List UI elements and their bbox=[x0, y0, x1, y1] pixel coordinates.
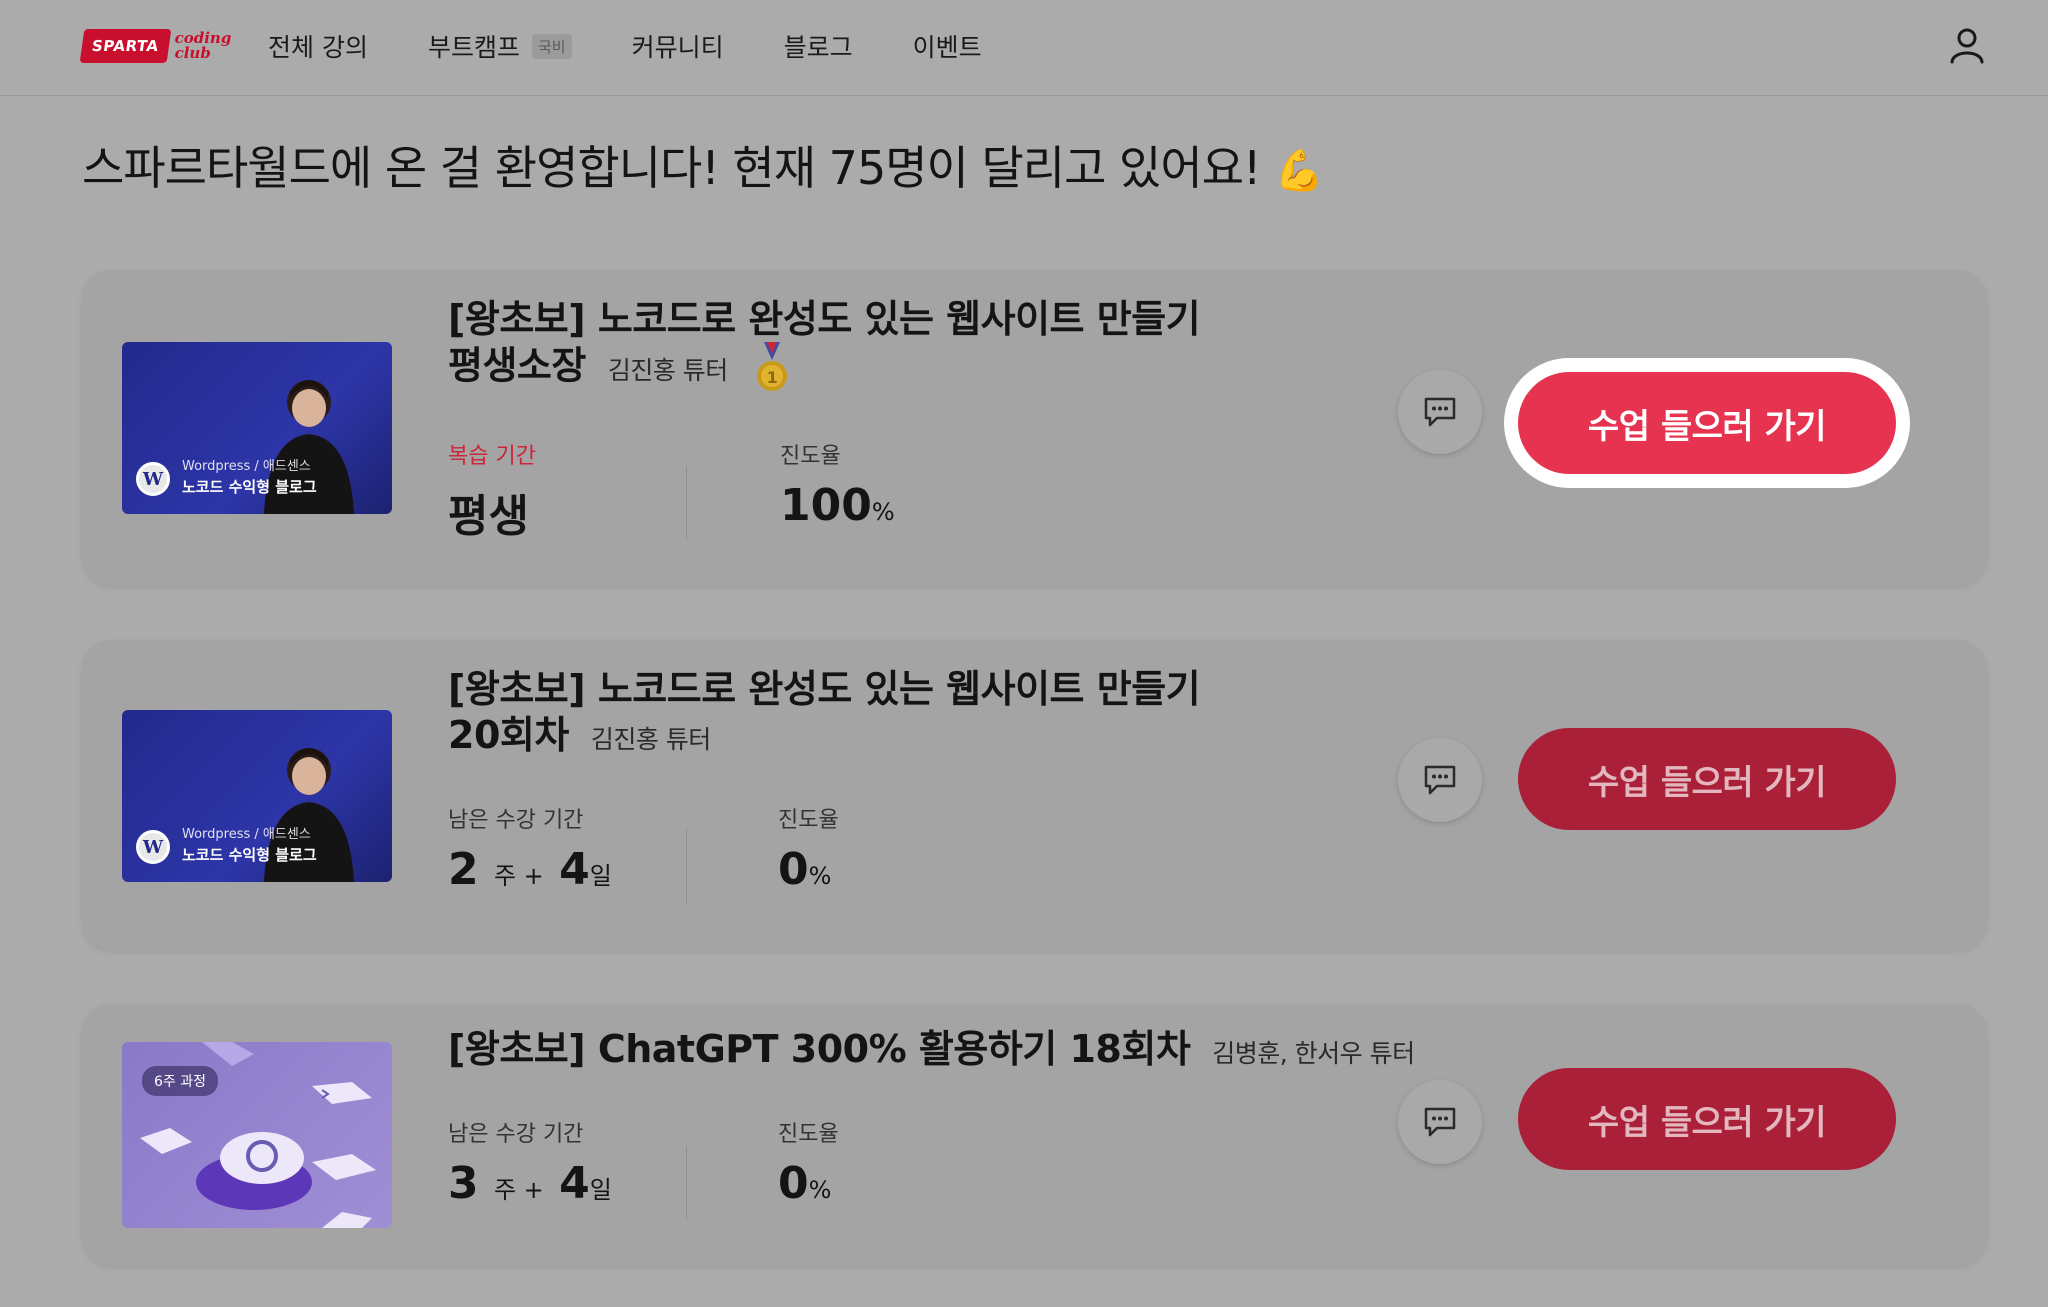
tutor-name: 김병훈, 한서우 튜터 bbox=[1212, 1039, 1415, 1068]
go-to-class-button[interactable]: 수업 들으러 가기 bbox=[1518, 1068, 1896, 1170]
sparta-logo[interactable]: SPARTA coding club bbox=[79, 22, 231, 70]
days-number: 4 bbox=[559, 1158, 590, 1209]
course-title-line2: 20회차 bbox=[448, 713, 569, 757]
chat-bubble-icon bbox=[1424, 765, 1456, 795]
thumbnail-caption: Wordpress / 애드센스 노코드 수익형 블로그 bbox=[182, 456, 317, 498]
thumbnail-title: 노코드 수익형 블로그 bbox=[182, 846, 317, 864]
logo-badge: SPARTA bbox=[79, 29, 171, 63]
chat-button[interactable] bbox=[1398, 370, 1482, 454]
progress-value: 100% bbox=[780, 480, 895, 531]
main-nav: 전체 강의 부트캠프 국비 커뮤니티 블로그 이벤트 bbox=[268, 28, 1042, 64]
course-title-line1: [왕초보] 노코드로 완성도 있는 웹사이트 만들기 bbox=[448, 667, 1201, 711]
nav-community[interactable]: 커뮤니티 bbox=[632, 28, 724, 64]
course-title[interactable]: [왕초보] ChatGPT 300% 활용하기 18회차 김병훈, 한서우 튜터 bbox=[448, 1026, 1415, 1077]
flexed-biceps-icon: 💪 bbox=[1274, 148, 1324, 194]
course-card: W Wordpress / 애드센스 노코드 수익형 블로그 [왕초보] 노코드… bbox=[82, 270, 1987, 586]
review-period-value: 평생 bbox=[448, 491, 529, 542]
nav-bootcamp[interactable]: 부트캠프 국비 bbox=[428, 28, 572, 64]
review-period-label: 복습 기간 bbox=[448, 444, 536, 469]
weeks-unit: 주 + bbox=[493, 862, 544, 890]
nav-all-courses[interactable]: 전체 강의 bbox=[268, 28, 368, 64]
weeks-unit: 주 + bbox=[493, 1176, 544, 1204]
weeks-number: 2 bbox=[448, 844, 479, 895]
progress-unit: % bbox=[808, 1176, 832, 1204]
nav-label: 전체 강의 bbox=[268, 33, 368, 62]
progress-value: 0% bbox=[778, 844, 831, 895]
wordpress-icon: W bbox=[136, 830, 170, 864]
medal-rank: 1 bbox=[766, 368, 777, 387]
go-to-class-button[interactable]: 수업 들으러 가기 bbox=[1518, 728, 1896, 830]
progress-number: 0 bbox=[778, 844, 809, 895]
thumbnail-caption: Wordpress / 애드센스 노코드 수익형 블로그 bbox=[182, 824, 317, 866]
welcome-text: 스파르타월드에 온 걸 환영합니다! 현재 75명이 달리고 있어요! bbox=[82, 141, 1261, 195]
days-number: 4 bbox=[559, 844, 590, 895]
course-thumbnail[interactable]: W Wordpress / 애드센스 노코드 수익형 블로그 bbox=[122, 710, 392, 882]
nav-tag-badge: 국비 bbox=[531, 33, 572, 59]
days-unit: 일 bbox=[589, 862, 612, 890]
welcome-message: 스파르타월드에 온 걸 환영합니다! 현재 75명이 달리고 있어요! 💪 bbox=[82, 132, 1324, 198]
logo-side-text: coding club bbox=[175, 31, 232, 61]
weeks-number: 3 bbox=[448, 1158, 479, 1209]
course-length-badge: 6주 과정 bbox=[142, 1066, 218, 1096]
course-title[interactable]: [왕초보] 노코드로 완성도 있는 웹사이트 만들기 20회차 김진홍 튜터 bbox=[448, 666, 1201, 763]
chat-button[interactable] bbox=[1398, 1080, 1482, 1164]
nav-label: 부트캠프 bbox=[427, 33, 520, 62]
go-to-class-button[interactable]: 수업 들으러 가기 bbox=[1518, 372, 1896, 474]
user-icon[interactable] bbox=[1950, 28, 1984, 64]
remaining-period-label: 남은 수강 기간 bbox=[448, 1122, 584, 1147]
stat-divider bbox=[686, 1146, 687, 1220]
progress-label: 진도율 bbox=[780, 444, 841, 469]
course-card: W Wordpress / 애드센스 노코드 수익형 블로그 [왕초보] 노코드… bbox=[82, 640, 1987, 950]
progress-label: 진도율 bbox=[778, 808, 839, 833]
progress-number: 100 bbox=[780, 480, 872, 531]
progress-value: 0% bbox=[778, 1158, 831, 1209]
thumbnail-subtitle: Wordpress / 애드센스 bbox=[182, 827, 311, 842]
progress-unit: % bbox=[871, 498, 895, 526]
progress-unit: % bbox=[808, 862, 832, 890]
chat-bubble-icon bbox=[1424, 397, 1456, 427]
course-card: 6주 과정 [왕초보] ChatGPT 300% 활용하기 18회차 김병훈, 한… bbox=[82, 1004, 1987, 1266]
remaining-period-label: 남은 수강 기간 bbox=[448, 808, 584, 833]
remaining-period-value: 3 주 + 4일 bbox=[448, 1158, 612, 1209]
thumbnail-title: 노코드 수익형 블로그 bbox=[182, 478, 317, 496]
chat-button[interactable] bbox=[1398, 738, 1482, 822]
course-title-line1: [왕초보] 노코드로 완성도 있는 웹사이트 만들기 bbox=[448, 297, 1201, 341]
wordpress-icon: W bbox=[136, 462, 170, 496]
logo-side-line2: club bbox=[174, 44, 211, 62]
gold-medal-icon: 1 bbox=[756, 342, 787, 391]
nav-label: 커뮤니티 bbox=[631, 33, 724, 62]
thumbnail-subtitle: Wordpress / 애드센스 bbox=[182, 459, 311, 474]
progress-label: 진도율 bbox=[778, 1122, 839, 1147]
nav-blog[interactable]: 블로그 bbox=[784, 28, 853, 64]
chat-bubble-icon bbox=[1424, 1107, 1456, 1137]
tutor-name: 김진홍 튜터 bbox=[590, 725, 711, 754]
course-title-line1: [왕초보] ChatGPT 300% 활용하기 18회차 bbox=[448, 1027, 1191, 1071]
top-header: SPARTA coding club 전체 강의 부트캠프 국비 커뮤니티 블로… bbox=[0, 0, 2048, 96]
course-thumbnail[interactable]: 6주 과정 bbox=[122, 1042, 392, 1228]
course-title-line2: 평생소장 bbox=[448, 343, 586, 388]
nav-event[interactable]: 이벤트 bbox=[913, 28, 982, 64]
course-thumbnail[interactable]: W Wordpress / 애드센스 노코드 수익형 블로그 bbox=[122, 342, 392, 514]
remaining-period-value: 2 주 + 4일 bbox=[448, 844, 612, 895]
stat-divider bbox=[686, 828, 687, 904]
tutor-name: 김진홍 튜터 bbox=[607, 355, 728, 385]
stat-divider bbox=[686, 466, 687, 540]
course-title[interactable]: [왕초보] 노코드로 완성도 있는 웹사이트 만들기 평생소장 김진홍 튜터 1 bbox=[448, 296, 1201, 394]
days-unit: 일 bbox=[589, 1176, 612, 1204]
nav-label: 블로그 bbox=[783, 33, 853, 62]
nav-label: 이벤트 bbox=[912, 33, 982, 62]
progress-number: 0 bbox=[778, 1158, 809, 1209]
